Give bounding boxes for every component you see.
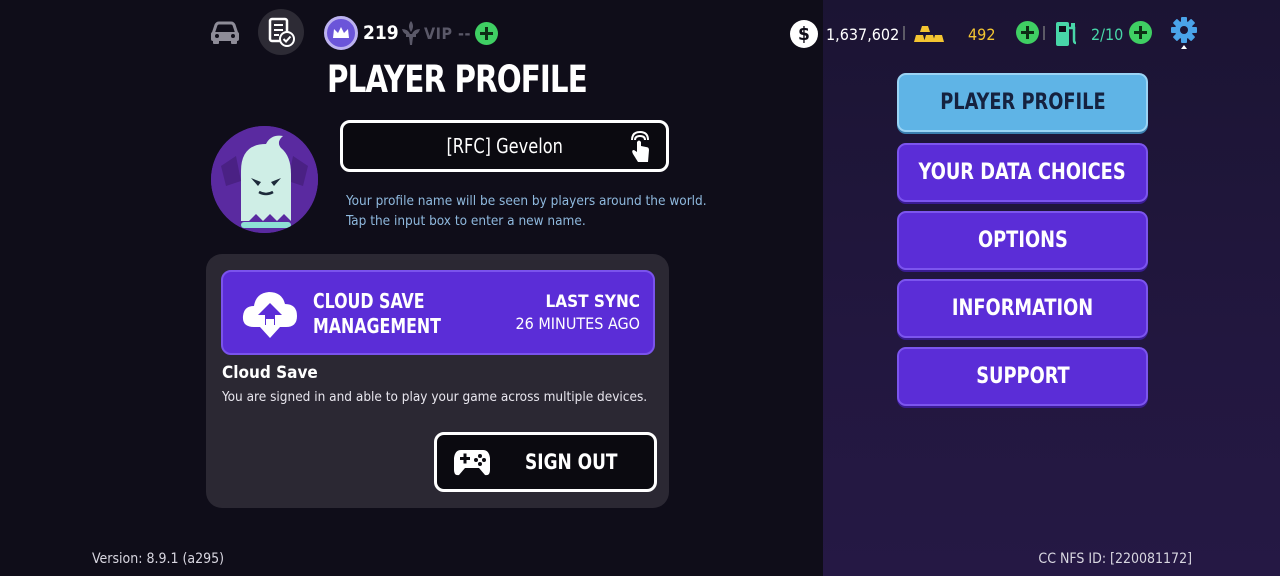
profile-name-input[interactable]: [RFC] Gevelon bbox=[340, 120, 669, 172]
fuel-amount: 2/10 bbox=[1091, 25, 1124, 44]
menu-player-profile[interactable]: PLAYER PROFILE bbox=[897, 73, 1148, 132]
menu-information[interactable]: INFORMATION bbox=[897, 279, 1148, 338]
cloud-save-description: You are signed in and able to play your … bbox=[222, 389, 648, 405]
divider bbox=[903, 26, 905, 40]
page-title: PLAYER PROFILE bbox=[327, 58, 588, 101]
sign-out-label: SIGN OUT bbox=[525, 450, 618, 474]
gold-amount: 492 bbox=[968, 25, 996, 44]
menu-label: INFORMATION bbox=[951, 296, 1094, 321]
tasks-checklist-icon[interactable] bbox=[258, 9, 304, 55]
vip-fleur-icon bbox=[400, 20, 422, 46]
gamepad-icon bbox=[453, 446, 491, 478]
crown-level-icon[interactable] bbox=[324, 16, 358, 50]
menu-label: PLAYER PROFILE bbox=[939, 90, 1106, 115]
last-sync-time: 26 MINUTES AGO bbox=[515, 314, 641, 333]
version-text: Version: 8.9.1 (a295) bbox=[92, 551, 225, 567]
ghost-avatar[interactable] bbox=[211, 126, 318, 233]
tap-finger-icon bbox=[626, 130, 654, 164]
divider bbox=[1043, 26, 1045, 40]
cloud-save-heading: Cloud Save bbox=[222, 363, 318, 383]
menu-label: OPTIONS bbox=[977, 228, 1068, 253]
garage-car-icon[interactable] bbox=[207, 16, 243, 48]
gold-add-icon[interactable] bbox=[1016, 21, 1039, 44]
gold-bars-icon bbox=[913, 24, 945, 44]
vip-add-icon[interactable] bbox=[475, 22, 498, 45]
fuel-add-icon[interactable] bbox=[1129, 21, 1152, 44]
vip-status: VIP -- bbox=[424, 24, 471, 43]
cloud-upload-icon bbox=[240, 285, 300, 340]
menu-support[interactable]: SUPPORT bbox=[897, 347, 1148, 406]
menu-options[interactable]: OPTIONS bbox=[897, 211, 1148, 270]
cloud-save-title: CLOUD SAVE MANAGEMENT bbox=[313, 289, 441, 339]
last-sync-label: LAST SYNC bbox=[545, 292, 640, 312]
cloud-title-line-1: CLOUD SAVE bbox=[313, 289, 425, 313]
menu-label: SUPPORT bbox=[975, 364, 1070, 389]
cash-dollar-icon: $ bbox=[790, 20, 818, 48]
profile-name-value: [RFC] Gevelon bbox=[446, 134, 563, 158]
hint-line-2: Tap the input box to enter a new name. bbox=[346, 213, 586, 229]
profile-name-hint: Your profile name will be seen by player… bbox=[346, 191, 707, 231]
fuel-pump-icon bbox=[1054, 18, 1078, 48]
nfs-id-text: CC NFS ID: [220081172] bbox=[1038, 551, 1192, 567]
menu-your-data-choices[interactable]: YOUR DATA CHOICES bbox=[897, 143, 1148, 202]
settings-gear-icon[interactable] bbox=[1169, 16, 1199, 50]
cloud-title-line-2: MANAGEMENT bbox=[313, 314, 441, 338]
menu-label: YOUR DATA CHOICES bbox=[918, 160, 1127, 185]
hint-line-1: Your profile name will be seen by player… bbox=[346, 193, 707, 209]
player-level: 219 bbox=[363, 22, 399, 44]
cash-amount: 1,637,602 bbox=[826, 25, 900, 44]
